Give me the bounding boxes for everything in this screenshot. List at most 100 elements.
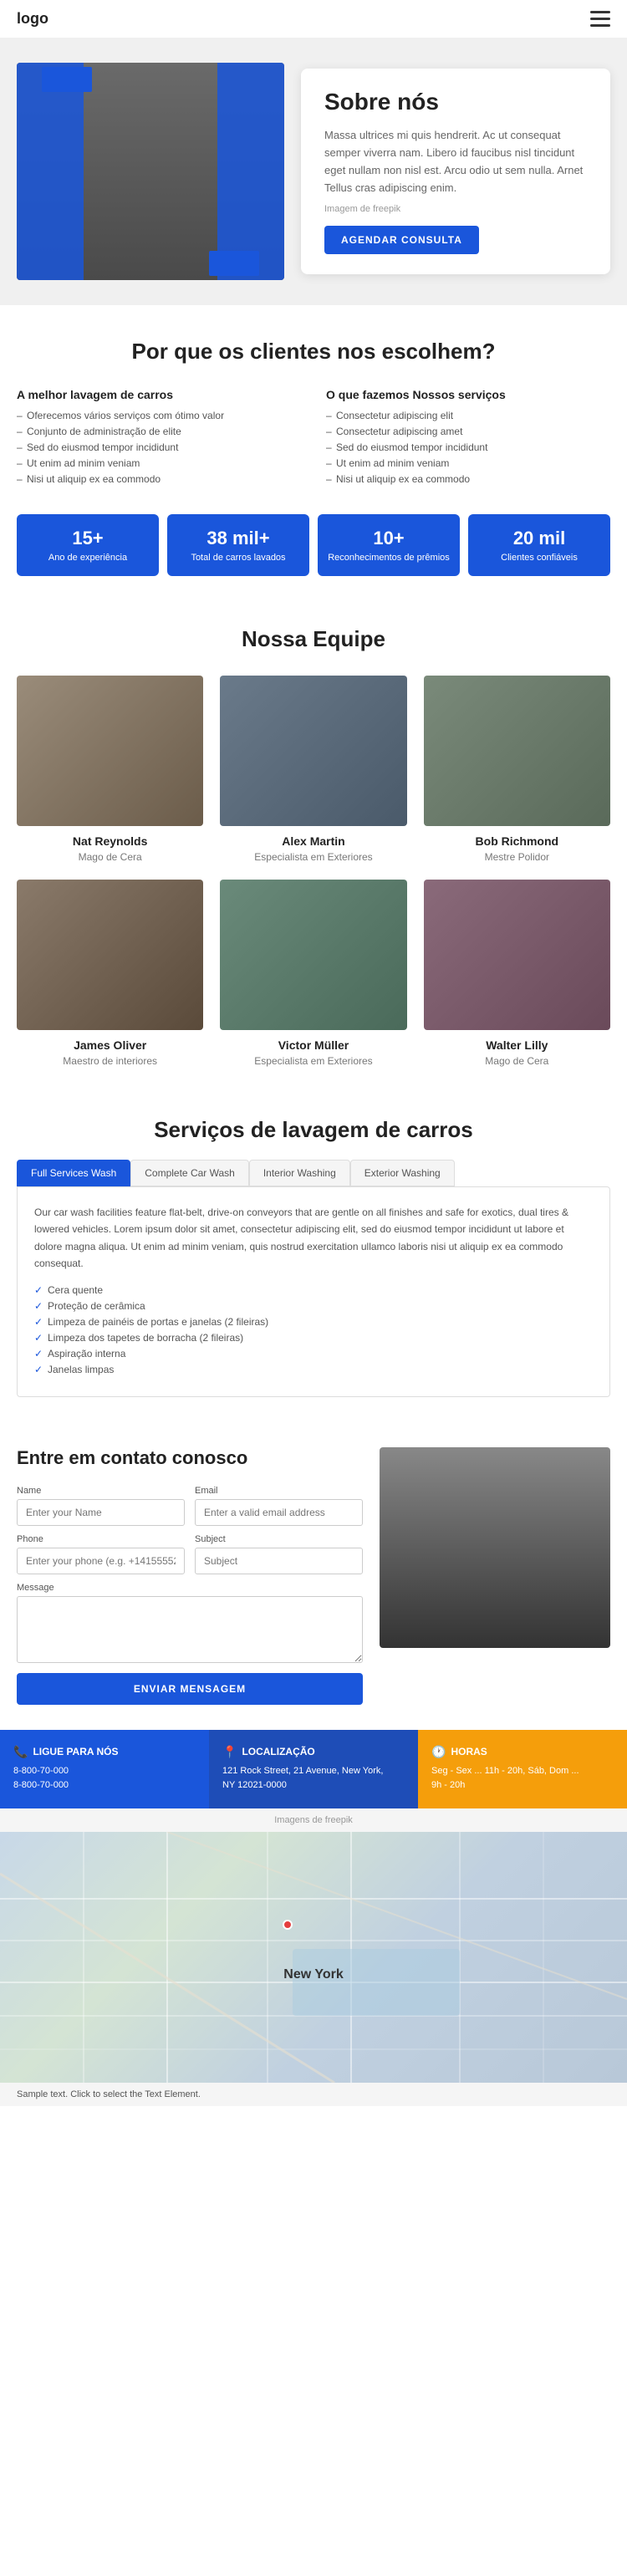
team-role-2: Especialista em Exteriores [220,851,406,863]
services-section: Serviços de lavagem de carros Full Servi… [0,1092,627,1422]
list-item: Ut enim ad minim veniam [326,457,610,469]
message-textarea[interactable] [17,1596,363,1663]
logo: logo [17,10,48,28]
list-item: Nisi ut aliquip ex ea commodo [326,473,610,485]
why-col1-heading: A melhor lavagem de carros [17,388,301,401]
why-col-2: O que fazemos Nossos serviços Consectetu… [326,388,610,489]
message-label: Message [17,1583,363,1593]
phone-icon [13,1745,28,1759]
contact-title: Entre em contato conosco [17,1447,363,1469]
team-name-6: Walter Lilly [424,1038,610,1052]
info-box-phone: LIGUE PARA NÓS 8-800-70-000 8-800-70-000 [0,1730,209,1808]
stats-row: 15+ Ano de experiência 38 mil+ Total de … [17,514,610,576]
team-grid: Nat Reynolds Mago de Cera Alex Martin Es… [17,676,610,1067]
services-title: Serviços de lavagem de carros [17,1117,610,1143]
team-member-5: Victor Müller Especialista em Exteriores [220,880,406,1067]
info-phone-text: 8-800-70-000 8-800-70-000 [13,1764,196,1793]
location-icon [222,1745,237,1759]
hamburger-button[interactable] [590,11,610,27]
freepik-note: Imagens de freepik [0,1808,627,1832]
list-item: Cera quente [34,1284,593,1296]
list-item: Sed do eiusmod tempor incididunt [17,441,301,453]
info-hours-text: Seg - Sex ... 11h - 20h, Sáb, Dom ... 9h… [431,1764,614,1793]
team-name-2: Alex Martin [220,834,406,848]
list-item: Conjunto de administração de elite [17,426,301,437]
hours-line-2: 9h - 20h [431,1778,614,1793]
list-item: Limpeza de painéis de portas e janelas (… [34,1316,593,1328]
why-section: Por que os clientes nos escolhem? A melh… [0,305,627,601]
team-name-4: James Oliver [17,1038,203,1052]
map-footer-text: Sample text. Click to select the Text El… [17,2089,201,2099]
subject-label: Subject [195,1534,363,1544]
list-item: Aspiração interna [34,1348,593,1359]
tab-description: Our car wash facilities feature flat-bel… [34,1204,593,1273]
schedule-button[interactable]: AGENDAR CONSULTA [324,226,479,254]
name-label: Name [17,1486,185,1496]
hero-title: Sobre nós [324,89,587,115]
tab-content: Our car wash facilities feature flat-bel… [17,1186,610,1397]
info-location-label: LOCALIZAÇÃO [242,1746,314,1757]
list-item: Consectetur adipiscing amet [326,426,610,437]
services-tabs: Full Services Wash Complete Car Wash Int… [17,1160,610,1186]
why-col1-list: Oferecemos vários serviços com ótimo val… [17,410,301,485]
phone-field-group: Phone [17,1534,185,1574]
map-section[interactable]: New York [0,1832,627,2083]
subject-field-group: Subject [195,1534,363,1574]
stat-label: Reconhecimentos de prêmios [328,553,450,563]
info-hours-title: HORAS [431,1745,614,1759]
message-field-group: Message [17,1583,363,1663]
why-columns: A melhor lavagem de carros Oferecemos vá… [17,388,610,489]
stat-clients: 20 mil Clientes confiáveis [468,514,610,576]
hero-photo [17,63,284,280]
team-photo-5 [220,880,406,1030]
team-role-5: Especialista em Exteriores [220,1055,406,1067]
stat-num: 20 mil [478,528,600,549]
hours-line-1: Seg - Sex ... 11h - 20h, Sáb, Dom ... [431,1764,614,1779]
name-field-group: Name [17,1486,185,1526]
list-item: Proteção de cerâmica [34,1300,593,1312]
name-input[interactable] [17,1499,185,1526]
list-item: Sed do eiusmod tempor incididunt [326,441,610,453]
team-photo-6 [424,880,610,1030]
stat-num: 38 mil+ [177,528,299,549]
stat-label: Total de carros lavados [177,553,299,563]
hero-blue-accent-top [42,67,92,92]
why-col-1: A melhor lavagem de carros Oferecemos vá… [17,388,301,489]
clock-icon [431,1745,446,1759]
phone-input[interactable] [17,1548,185,1574]
form-row-name-email: Name Email [17,1486,363,1526]
info-phone-label: LIGUE PARA NÓS [33,1746,118,1757]
info-location-title: LOCALIZAÇÃO [222,1745,405,1759]
email-input[interactable] [195,1499,363,1526]
list-item: Ut enim ad minim veniam [17,457,301,469]
tab-complete-car[interactable]: Complete Car Wash [130,1160,249,1186]
tab-interior[interactable]: Interior Washing [249,1160,350,1186]
email-label: Email [195,1486,363,1496]
location-line-1: 121 Rock Street, 21 Avenue, New York, [222,1764,405,1779]
map-footer: Sample text. Click to select the Text El… [0,2083,627,2106]
why-col2-list: Consectetur adipiscing elit Consectetur … [326,410,610,485]
stat-num: 15+ [27,528,149,549]
team-member-6: Walter Lilly Mago de Cera [424,880,610,1067]
info-location-text: 121 Rock Street, 21 Avenue, New York, NY… [222,1764,405,1793]
team-role-1: Mago de Cera [17,851,203,863]
info-hours-label: HORAS [451,1746,487,1757]
team-title: Nossa Equipe [17,626,610,652]
phone-label: Phone [17,1534,185,1544]
map-background: New York [0,1832,627,2083]
list-item: Oferecemos vários serviços com ótimo val… [17,410,301,421]
map-city-label: New York [283,1967,343,1982]
hero-image [17,63,284,280]
team-name-3: Bob Richmond [424,834,610,848]
tab-exterior[interactable]: Exterior Washing [350,1160,455,1186]
subject-input[interactable] [195,1548,363,1574]
contact-car-photo [380,1447,610,1648]
send-button[interactable]: ENVIAR MENSAGEM [17,1673,363,1705]
tab-full-services[interactable]: Full Services Wash [17,1160,130,1186]
team-role-6: Mago de Cera [424,1055,610,1067]
contact-section: Entre em contato conosco Name Email Phon… [0,1422,627,1730]
team-member-2: Alex Martin Especialista em Exteriores [220,676,406,863]
location-line-2: NY 12021-0000 [222,1778,405,1793]
info-box-hours: HORAS Seg - Sex ... 11h - 20h, Sáb, Dom … [418,1730,627,1808]
stat-label: Clientes confiáveis [478,553,600,563]
